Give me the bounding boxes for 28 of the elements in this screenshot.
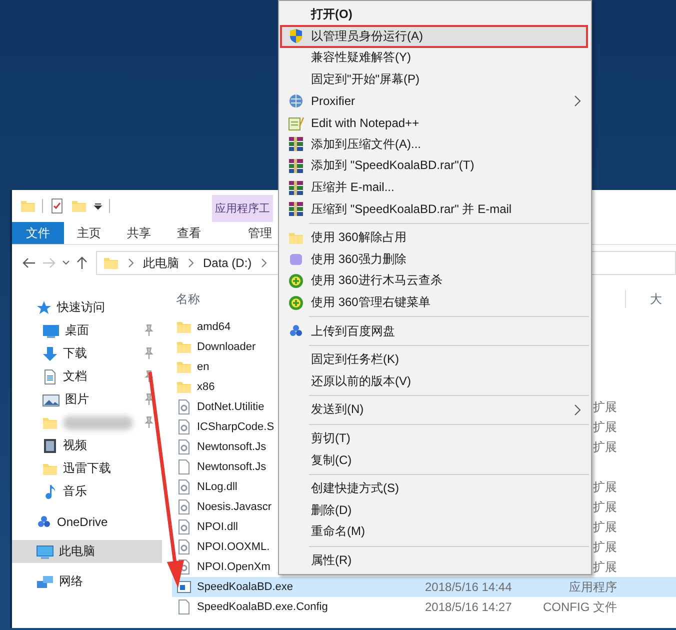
file-name: Newtonsoft.Js bbox=[197, 461, 266, 473]
file-name: SpeedKoalaBD.exe.Config bbox=[197, 601, 328, 613]
file-name: NPOI.dll bbox=[197, 521, 238, 533]
type-cell: 应用程序 bbox=[569, 580, 617, 594]
type-cell: 扩展 bbox=[593, 400, 617, 414]
file-name: DotNet.Utilitie bbox=[197, 401, 264, 413]
file-name: x86 bbox=[197, 381, 215, 393]
file-name: SpeedKoalaBD.exe bbox=[197, 581, 294, 593]
file-name: NPOI.OpenXm bbox=[197, 561, 270, 573]
context-tab-title: 应用程序工 bbox=[212, 195, 273, 222]
type-cell: 扩展 bbox=[593, 420, 617, 434]
type-cell: 扩展 bbox=[593, 440, 617, 454]
date-cell: 2018/5/16 14:27 bbox=[425, 600, 512, 614]
type-cell: 扩展 bbox=[593, 480, 617, 494]
type-cell: CONFIG 文件 bbox=[543, 600, 617, 614]
file-name: ICSharpCode.S bbox=[197, 421, 274, 433]
type-cell: 扩展 bbox=[593, 560, 617, 574]
file-name: en bbox=[197, 361, 210, 373]
type-cell: 扩展 bbox=[593, 520, 617, 534]
file-name: amd64 bbox=[197, 321, 231, 333]
file-name: Downloader bbox=[197, 341, 256, 353]
type-cell: 扩展 bbox=[593, 500, 617, 514]
date-cell: 2018/5/16 14:44 bbox=[425, 580, 512, 594]
type-cell: 扩展 bbox=[593, 540, 617, 554]
file-name: NPOI.OOXML. bbox=[197, 541, 270, 553]
file-name: Noesis.Javascr bbox=[197, 501, 272, 513]
file-name: NLog.dll bbox=[197, 481, 238, 493]
file-name: Newtonsoft.Js bbox=[197, 441, 266, 453]
